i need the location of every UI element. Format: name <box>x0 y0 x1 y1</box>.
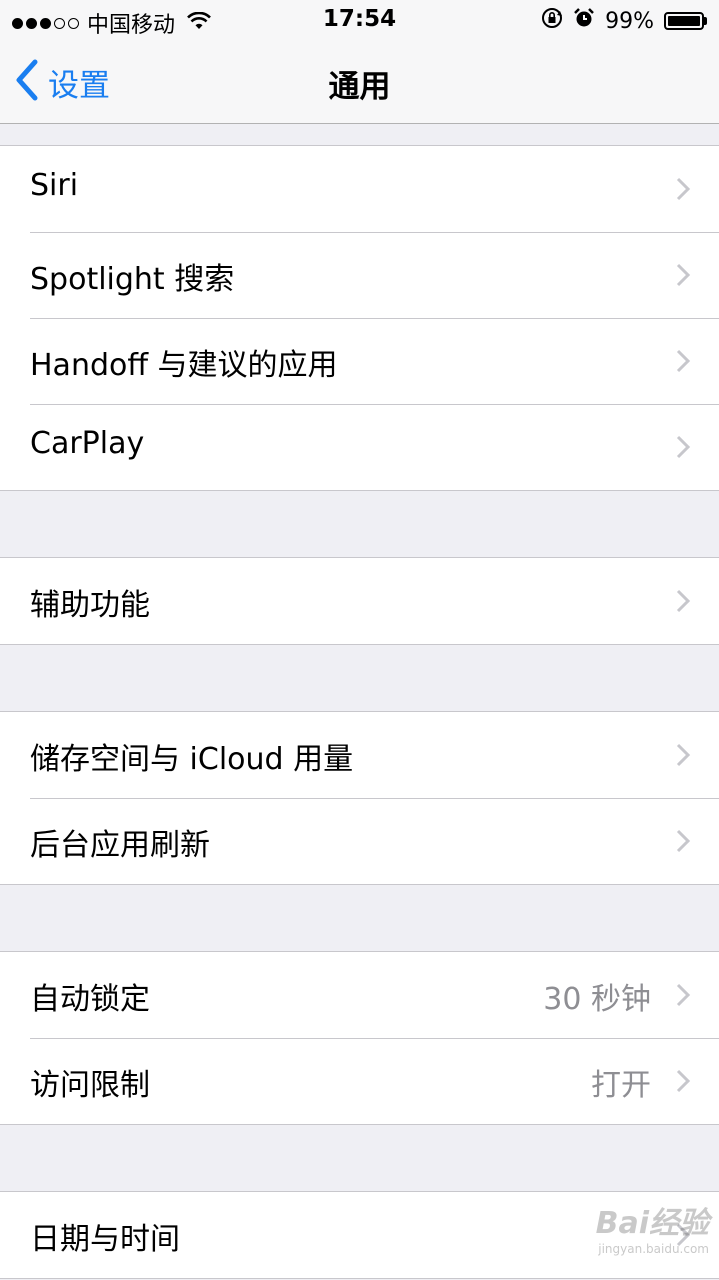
status-bar: 中国移动 17:54 99% <box>0 0 719 40</box>
alarm-icon <box>573 7 595 35</box>
battery-percent: 99% <box>605 8 654 34</box>
settings-group-3: 储存空间与 iCloud 用量 后台应用刷新 <box>0 711 719 885</box>
list-item-value: 打开 <box>591 1068 651 1103</box>
settings-group-4: 自动锁定 30 秒钟 访问限制 打开 <box>0 951 719 1125</box>
list-item-siri[interactable]: Siri <box>0 146 719 232</box>
list-item-handoff[interactable]: Handoff 与建议的应用 <box>0 318 719 404</box>
list-item-label: Siri <box>30 168 79 203</box>
list-item-label: Spotlight 搜索 <box>30 262 235 297</box>
chevron-right-icon <box>675 982 691 1012</box>
list-item-label: 自动锁定 <box>30 982 150 1017</box>
baidu-watermark: Bai经验 jingyan.baidu.com <box>596 1198 709 1256</box>
navigation-bar: 设置 通用 <box>0 40 719 124</box>
chevron-right-icon <box>675 176 691 206</box>
list-item-restrictions[interactable]: 访问限制 打开 <box>0 1038 719 1124</box>
list-item-label: Handoff 与建议的应用 <box>30 348 338 383</box>
watermark-url: jingyan.baidu.com <box>598 1242 709 1256</box>
list-item-label: CarPlay <box>30 426 145 461</box>
battery-icon <box>664 12 707 30</box>
chevron-right-icon <box>675 588 691 618</box>
list-item-auto-lock[interactable]: 自动锁定 30 秒钟 <box>0 952 719 1038</box>
list-item-accessibility[interactable]: 辅助功能 <box>0 558 719 644</box>
chevron-right-icon <box>675 348 691 378</box>
list-item-storage-icloud[interactable]: 储存空间与 iCloud 用量 <box>0 712 719 798</box>
chevron-right-icon <box>675 828 691 858</box>
settings-group-1: Siri Spotlight 搜索 Handoff 与建议的应用 CarPlay <box>0 145 719 491</box>
page-title: 通用 <box>328 69 391 105</box>
chevron-right-icon <box>675 742 691 772</box>
list-item-carplay[interactable]: CarPlay <box>0 404 719 490</box>
list-item-label: 访问限制 <box>30 1068 150 1103</box>
watermark-text: Bai经验 <box>595 1206 709 1241</box>
rotation-lock-icon <box>541 7 563 35</box>
list-item-label: 储存空间与 iCloud 用量 <box>30 742 354 777</box>
settings-group-2: 辅助功能 <box>0 557 719 645</box>
chevron-right-icon <box>675 434 691 464</box>
list-item-label: 辅助功能 <box>30 588 150 623</box>
list-item-background-refresh[interactable]: 后台应用刷新 <box>0 798 719 884</box>
list-item-value: 30 秒钟 <box>543 982 651 1017</box>
list-item-spotlight[interactable]: Spotlight 搜索 <box>0 232 719 318</box>
chevron-right-icon <box>675 1068 691 1098</box>
chevron-right-icon <box>675 262 691 292</box>
list-item-label: 后台应用刷新 <box>30 828 210 863</box>
list-item-label: 日期与时间 <box>30 1222 180 1257</box>
